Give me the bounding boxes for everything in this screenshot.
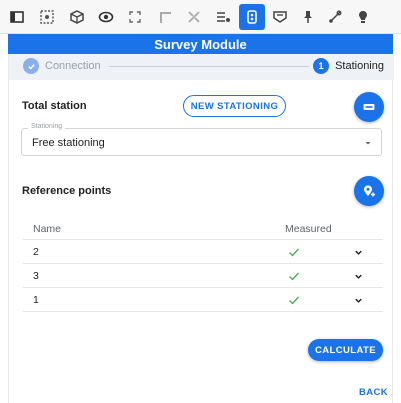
point-name: 1 (33, 294, 39, 306)
corner-icon[interactable] (152, 4, 178, 30)
reference-points-table: Name Measured 2 3 1 (23, 217, 383, 312)
module-title: Survey Module (154, 36, 247, 52)
module-title-bar: Survey Module (8, 34, 393, 54)
step-label: Connection (45, 60, 101, 72)
measure-icon[interactable] (322, 4, 348, 30)
cube-icon[interactable] (64, 4, 90, 30)
total-station-button[interactable] (354, 92, 384, 122)
table-header: Name Measured (23, 217, 383, 240)
expand-icon[interactable] (122, 4, 148, 30)
add-location-icon (364, 185, 375, 197)
column-header-name: Name (33, 223, 62, 235)
chevron-down-icon[interactable] (353, 247, 364, 258)
survey-panel: Connection 1 Stationing Total station NE… (8, 54, 394, 403)
table-row[interactable]: 3 (23, 264, 383, 288)
pin-icon[interactable] (295, 4, 321, 30)
module-icon[interactable] (239, 4, 265, 30)
step-connector (109, 66, 309, 67)
check-icon (289, 272, 300, 281)
grid-icon[interactable] (34, 4, 60, 30)
back-button[interactable]: BACK (359, 387, 388, 398)
layers-icon[interactable] (267, 4, 293, 30)
step-connection[interactable]: Connection (23, 58, 101, 74)
table-row[interactable]: 1 (23, 288, 383, 312)
list-icon[interactable] (210, 4, 236, 30)
chevron-down-icon[interactable] (353, 271, 364, 282)
total-station-title: Total station (22, 100, 87, 112)
top-toolbar (0, 0, 401, 34)
stationing-select[interactable]: Stationing Free stationing (21, 123, 382, 156)
check-icon (289, 296, 300, 305)
stationing-select-value: Free stationing (32, 137, 105, 149)
step-number: 1 (313, 58, 330, 74)
total-station-icon (363, 104, 375, 110)
add-reference-point-button[interactable] (354, 176, 384, 206)
column-header-measured: Measured (285, 223, 332, 235)
check-icon (23, 58, 39, 74)
check-icon (289, 248, 300, 257)
reference-points-title: Reference points (22, 185, 112, 197)
table-row[interactable]: 2 (23, 240, 383, 264)
stepper: Connection 1 Stationing (9, 54, 394, 80)
new-stationing-button[interactable]: NEW STATIONING (183, 95, 286, 117)
calculate-button[interactable]: CALCULATE (308, 339, 383, 361)
point-name: 2 (33, 246, 39, 258)
stationing-select-label: Stationing (28, 123, 66, 130)
chevron-down-icon[interactable] (353, 295, 364, 306)
step-stationing[interactable]: 1 Stationing (313, 58, 384, 74)
dropdown-arrow-icon (365, 142, 371, 145)
bulb-icon[interactable] (350, 4, 376, 30)
point-name: 3 (33, 270, 39, 282)
eye-icon[interactable] (93, 4, 119, 30)
step-label: Stationing (335, 60, 384, 72)
panel-icon[interactable] (4, 4, 30, 30)
cross-tools-icon[interactable] (181, 4, 207, 30)
